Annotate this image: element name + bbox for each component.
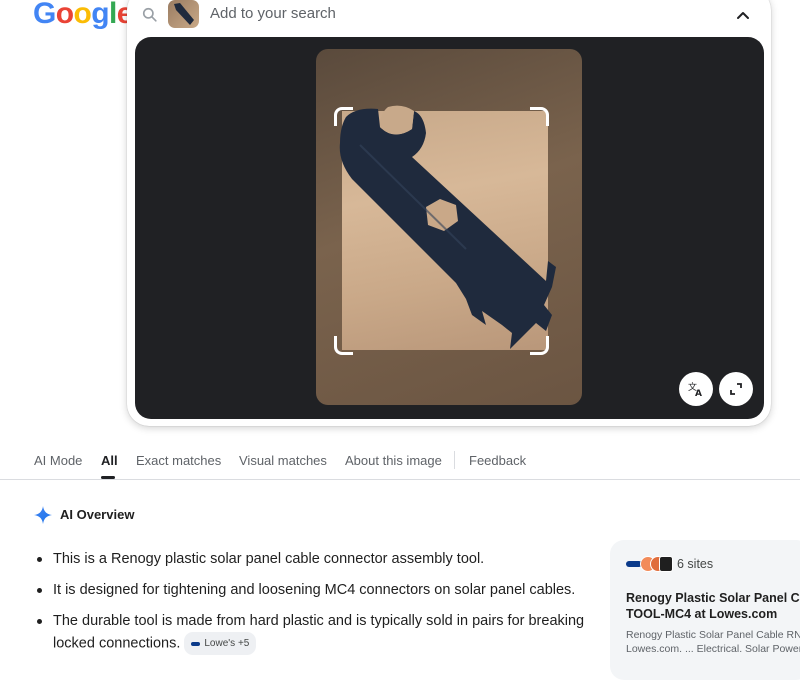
lowes-icon	[191, 641, 201, 646]
ai-overview-bullets: This is a Renogy plastic solar panel cab…	[34, 549, 594, 665]
source-snippet-line: Lowes.com. ... Electrical. Solar Power.	[626, 643, 800, 655]
list-item: The durable tool is made from hard plast…	[34, 611, 594, 655]
logo-letter-g2: g	[91, 0, 109, 30]
source-snippet-line: Renogy Plastic Solar Panel Cable RNG	[626, 629, 800, 641]
crop-corner-handle[interactable]	[334, 107, 353, 126]
translate-button[interactable]: 文 A	[679, 372, 713, 406]
chevron-up-icon[interactable]	[733, 5, 753, 25]
tab-visual-matches[interactable]: Visual matches	[239, 453, 327, 468]
source-title[interactable]: Renogy Plastic Solar Panel Cab TOOL-MC4 …	[626, 590, 800, 622]
logo-letter-l: l	[108, 0, 117, 30]
bullet-text: It is designed for tightening and loosen…	[53, 582, 576, 598]
site-icons	[626, 556, 673, 572]
list-item: It is designed for tightening and loosen…	[34, 580, 594, 601]
tab-all[interactable]: All	[101, 453, 118, 468]
query-image-thumbnail[interactable]	[168, 0, 199, 28]
result-tabs: AI Mode All Exact matches Visual matches…	[0, 448, 800, 480]
site-favicon-icon	[659, 556, 673, 572]
svg-text:A: A	[695, 389, 702, 398]
search-icon	[142, 7, 157, 22]
image-viewer: 文 A	[135, 37, 764, 419]
logo-letter-o1: o	[55, 0, 74, 30]
lens-search-card: Add to your search 文 A	[127, 0, 771, 426]
sources-panel[interactable]: 6 sites Renogy Plastic Solar Panel Cab T…	[610, 540, 800, 680]
logo-letter-g: G	[33, 0, 56, 30]
bullet-text: The durable tool is made from hard plast…	[53, 613, 585, 652]
tab-feedback[interactable]: Feedback	[469, 453, 526, 468]
expand-icon	[730, 383, 742, 395]
active-tab-indicator	[101, 476, 115, 479]
source-chip[interactable]: Lowe's +5	[184, 632, 257, 655]
google-logo[interactable]: Google	[33, 0, 133, 31]
query-photo	[316, 49, 582, 405]
bullet-text: This is a Renogy plastic solar panel cab…	[53, 551, 485, 567]
tab-ai-mode[interactable]: AI Mode	[34, 453, 82, 468]
tab-divider	[454, 451, 455, 469]
sources-count: 6 sites	[677, 557, 714, 571]
tab-exact-matches[interactable]: Exact matches	[136, 453, 221, 468]
crop-corner-handle[interactable]	[530, 107, 549, 126]
ai-overview-title: AI Overview	[60, 507, 135, 522]
logo-letter-o2: o	[73, 0, 92, 30]
expand-button[interactable]	[719, 372, 753, 406]
search-bar[interactable]: Add to your search	[127, 0, 771, 30]
thumbnail-tool-icon	[174, 3, 194, 25]
crop-corner-handle[interactable]	[530, 336, 549, 355]
source-snippet: Renogy Plastic Solar Panel Cable RNG Low…	[626, 628, 800, 656]
source-title-line: Renogy Plastic Solar Panel Cab	[626, 591, 800, 605]
sparkle-icon	[34, 506, 52, 524]
list-item: This is a Renogy plastic solar panel cab…	[34, 549, 594, 570]
source-title-line: TOOL-MC4 at Lowes.com	[626, 607, 778, 621]
tab-about-this-image[interactable]: About this image	[345, 453, 442, 468]
translate-icon: 文 A	[688, 381, 702, 398]
crop-corner-handle[interactable]	[334, 336, 353, 355]
search-placeholder[interactable]: Add to your search	[210, 5, 336, 22]
source-chip-label: Lowe's +5	[204, 638, 250, 649]
